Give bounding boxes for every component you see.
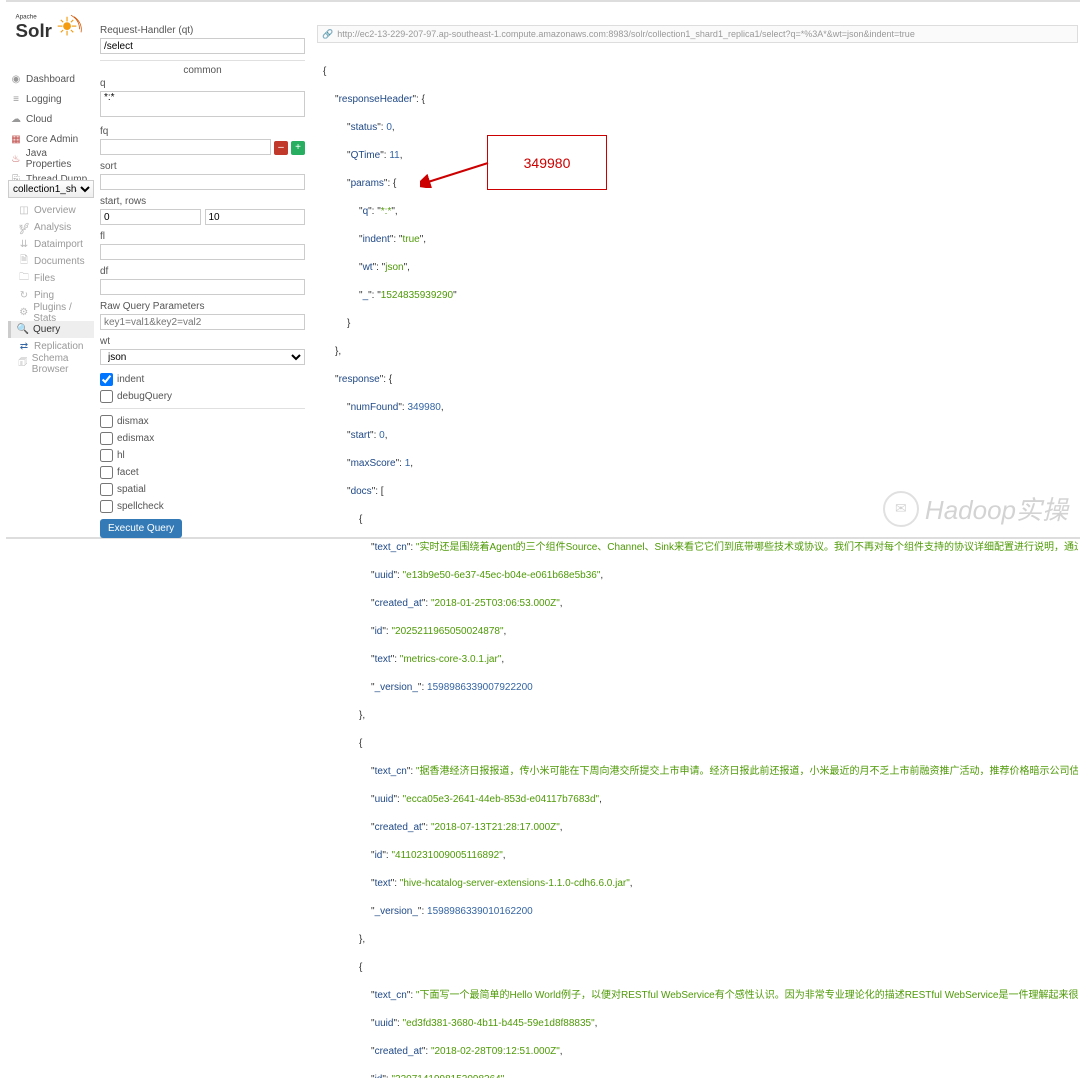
facet-label: facet (117, 467, 139, 478)
q-label: q (100, 78, 305, 89)
debugquery-checkbox[interactable] (100, 390, 113, 403)
nav-label: Dashboard (26, 74, 75, 85)
df-input[interactable] (100, 279, 305, 295)
java-icon: ♨ (10, 153, 22, 165)
main-nav: ◉ Dashboard ≡ Logging ☁ Cloud ▦ Core Admin ♨… (8, 70, 94, 190)
link-icon: 🔗 (322, 29, 333, 40)
nav-dashboard[interactable]: ◉ Dashboard (8, 70, 94, 88)
schema-icon: 🗊 (18, 358, 28, 370)
fl-label: fl (100, 231, 305, 242)
spatial-checkbox[interactable] (100, 483, 113, 496)
watermark-text: Hadoop实操 (925, 490, 1068, 527)
debugquery-label: debugQuery (117, 391, 172, 402)
result-url-bar[interactable]: 🔗 http://ec2-13-229-207-97.ap-southeast-1… (317, 25, 1078, 43)
result-panel: 🔗 http://ec2-13-229-207-97.ap-southeast-1… (317, 25, 1078, 1078)
nav-label: Documents (34, 256, 85, 267)
start-input[interactable] (100, 209, 201, 225)
plugins-icon: ⚙ (18, 307, 29, 319)
common-label: common (100, 65, 305, 76)
fq-remove-button[interactable]: – (274, 141, 288, 155)
fq-add-button[interactable]: + (291, 141, 305, 155)
qt-label: Request-Handler (qt) (100, 25, 305, 36)
core-schema[interactable]: 🗊 Schema Browser (8, 355, 94, 372)
fq-input[interactable] (100, 139, 271, 155)
nav-label: Ping (34, 290, 54, 301)
nav-label: Java Properties (26, 148, 94, 170)
documents-icon: 🗎 (18, 256, 30, 268)
nav-label: Replication (34, 341, 83, 352)
edismax-checkbox[interactable] (100, 432, 113, 445)
hl-label: hl (117, 450, 125, 461)
facet-checkbox[interactable] (100, 466, 113, 479)
nav-core-admin[interactable]: ▦ Core Admin (8, 130, 94, 148)
ping-icon: ↻ (18, 290, 30, 302)
nav-label: Files (34, 273, 55, 284)
nav-label: Overview (34, 205, 76, 216)
wechat-icon: ✉ (883, 491, 919, 527)
core-dataimport[interactable]: ⇊ Dataimport (8, 236, 94, 253)
core-files[interactable]: 🗀 Files (8, 270, 94, 287)
wt-select[interactable]: json (100, 349, 305, 365)
edismax-label: edismax (117, 433, 154, 444)
cloud-icon: ☁ (10, 113, 22, 125)
rows-input[interactable] (205, 209, 306, 225)
core-query[interactable]: 🔍 Query (8, 321, 94, 338)
nav-label: Cloud (26, 114, 52, 125)
spellcheck-checkbox[interactable] (100, 500, 113, 513)
nav-label: Core Admin (26, 134, 78, 145)
dismax-label: dismax (117, 416, 149, 427)
nav-cloud[interactable]: ☁ Cloud (8, 110, 94, 128)
svg-text:Apache: Apache (16, 13, 38, 20)
sort-input[interactable] (100, 174, 305, 190)
core-selector[interactable]: collection1_sha... (8, 180, 94, 198)
fl-input[interactable] (100, 244, 305, 260)
replication-icon: ⇄ (18, 341, 30, 353)
q-input[interactable]: *:* (100, 91, 305, 117)
df-label: df (100, 266, 305, 277)
indent-label: indent (117, 374, 144, 385)
logging-icon: ≡ (10, 93, 22, 105)
start-rows-label: start, rows (100, 196, 305, 207)
nav-label: Schema Browser (32, 353, 94, 375)
spellcheck-label: spellcheck (117, 501, 164, 512)
hl-checkbox[interactable] (100, 449, 113, 462)
solr-logo: Apache Solr (14, 10, 92, 53)
nav-label: Query (33, 324, 60, 335)
core-plugins[interactable]: ⚙ Plugins / Stats (8, 304, 94, 321)
dataimport-icon: ⇊ (18, 239, 30, 251)
raw-input[interactable] (100, 314, 305, 330)
analysis-icon: 🝳 (18, 222, 30, 234)
qt-input[interactable] (100, 38, 305, 54)
query-icon: 🔍 (17, 324, 29, 336)
nav-label: Logging (26, 94, 62, 105)
nav-label: Dataimport (34, 239, 83, 250)
wt-label: wt (100, 336, 305, 347)
nav-label: Analysis (34, 222, 71, 233)
nav-java-props[interactable]: ♨ Java Properties (8, 150, 94, 168)
dismax-checkbox[interactable] (100, 415, 113, 428)
json-response: { "responseHeader": { "status": 0, "QTim… (317, 49, 1078, 1078)
query-form: Request-Handler (qt) common q *:* fq – +… (100, 25, 305, 538)
raw-label: Raw Query Parameters (100, 301, 305, 312)
result-url: http://ec2-13-229-207-97.ap-southeast-1.… (337, 29, 915, 39)
core-documents[interactable]: 🗎 Documents (8, 253, 94, 270)
svg-text:Solr: Solr (16, 20, 52, 41)
indent-checkbox[interactable] (100, 373, 113, 386)
core-analysis[interactable]: 🝳 Analysis (8, 219, 94, 236)
nav-logging[interactable]: ≡ Logging (8, 90, 94, 108)
watermark: ✉ Hadoop实操 (883, 490, 1068, 527)
sort-label: sort (100, 161, 305, 172)
files-icon: 🗀 (18, 273, 30, 285)
fq-label: fq (100, 126, 305, 137)
spatial-label: spatial (117, 484, 146, 495)
coreadmin-icon: ▦ (10, 133, 22, 145)
dashboard-icon: ◉ (10, 73, 22, 85)
core-nav: ◫ Overview 🝳 Analysis ⇊ Dataimport 🗎 Documen… (8, 202, 94, 372)
execute-query-button[interactable]: Execute Query (100, 519, 182, 538)
overview-icon: ◫ (18, 205, 30, 217)
nav-label: Plugins / Stats (33, 302, 94, 324)
core-select[interactable]: collection1_sha... (8, 180, 94, 198)
